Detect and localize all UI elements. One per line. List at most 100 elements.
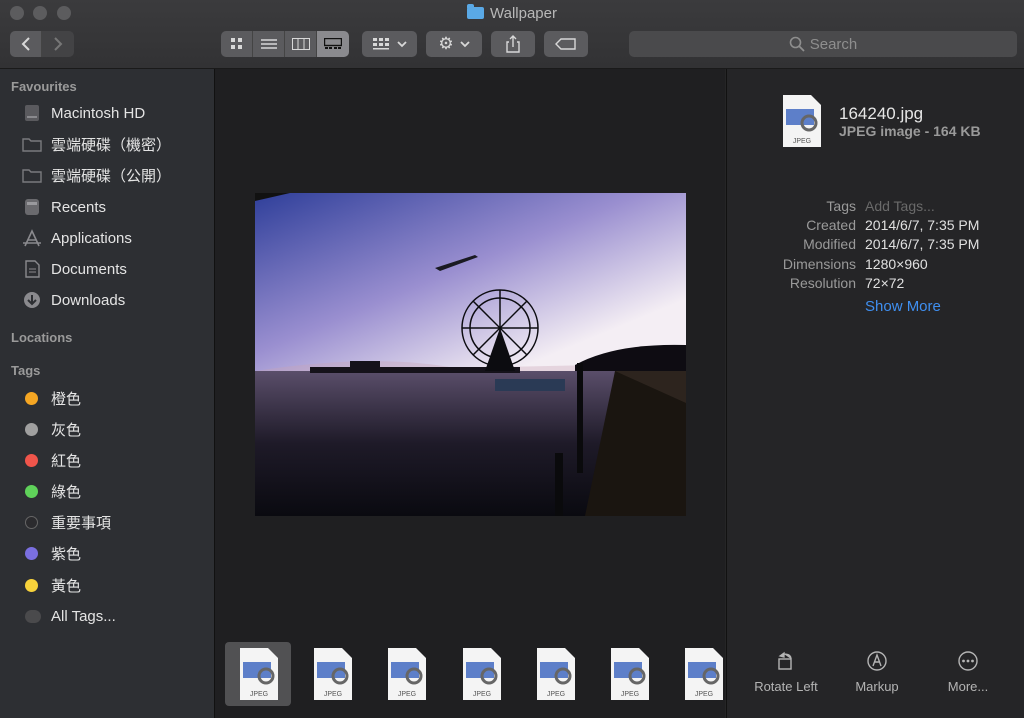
jpeg-file-icon: JPEG <box>463 648 501 700</box>
rotate-left-button[interactable]: Rotate Left <box>741 649 831 694</box>
more-button[interactable]: More... <box>923 649 1013 694</box>
view-mode-segmented-control <box>221 31 349 57</box>
chevron-down-icon <box>459 41 470 48</box>
sidebar-item-label: 綠色 <box>51 483 82 501</box>
svg-text:JPEG: JPEG <box>398 691 416 698</box>
back-button[interactable] <box>10 31 42 57</box>
sidebar-tag-important[interactable]: 重要事項 <box>22 510 111 534</box>
filmstrip-thumb[interactable]: JPEG <box>522 642 588 706</box>
tag-dot-icon <box>25 578 38 592</box>
tag-dot-icon <box>25 391 38 405</box>
sidebar-tag-red[interactable]: 紅色 <box>22 448 81 472</box>
tags-heading[interactable]: Tags <box>11 363 40 378</box>
sidebar-tag-green[interactable]: 綠色 <box>22 479 81 503</box>
sidebar-tag-yellow[interactable]: 黃色 <box>22 573 81 597</box>
sidebar-item-downloads[interactable]: Downloads <box>22 288 125 312</box>
recents-icon <box>22 198 42 216</box>
gallery-view-button[interactable] <box>317 31 349 57</box>
favourites-heading: Favourites <box>11 79 77 94</box>
chevron-right-icon <box>54 37 63 51</box>
action-label: Markup <box>855 679 899 694</box>
meta-value: 72×72 <box>865 275 905 291</box>
sidebar-item-label: Downloads <box>51 291 126 309</box>
filmstrip-thumb[interactable]: JPEG <box>670 642 725 706</box>
meta-value: 2014/6/7, 7:35 PM <box>865 236 980 252</box>
sidebar-tag-orange[interactable]: 橙色 <box>22 386 81 410</box>
markup-icon <box>832 649 922 673</box>
tag-dot-icon <box>25 515 38 529</box>
finder-window: Wallpaper ⚙ Search Favourites Macintosh … <box>0 0 1024 718</box>
hard-drive-icon <box>22 104 42 122</box>
filmstrip-thumb[interactable]: JPEG <box>448 642 514 706</box>
filmstrip-thumb[interactable]: JPEG <box>299 642 365 706</box>
filmstrip-thumb[interactable]: JPEG <box>373 642 439 706</box>
chevron-down-icon <box>396 41 407 48</box>
action-menu-button[interactable]: ⚙ <box>426 31 482 57</box>
svg-text:JPEG: JPEG <box>250 691 268 698</box>
sidebar-item-drive-public[interactable]: 雲端硬碟（公開） <box>22 163 171 187</box>
jpeg-file-icon: JPEG <box>314 648 352 700</box>
nav-buttons <box>10 31 74 57</box>
sidebar-item-label: 重要事項 <box>51 514 112 532</box>
group-by-button[interactable] <box>362 31 417 57</box>
column-view-button[interactable] <box>285 31 317 57</box>
meta-label: Dimensions <box>782 256 856 272</box>
svg-text:JPEG: JPEG <box>473 691 491 698</box>
jpeg-file-icon: JPEG <box>240 648 278 700</box>
sidebar-all-tags[interactable]: All Tags... <box>22 604 116 628</box>
sidebar-item-label: 黃色 <box>51 577 82 595</box>
icon-view-button[interactable] <box>221 31 253 57</box>
sidebar-item-label: All Tags... <box>51 607 116 625</box>
sidebar-item-label: 雲端硬碟（公開） <box>51 167 172 185</box>
share-icon <box>506 35 520 53</box>
svg-text:JPEG: JPEG <box>547 691 565 698</box>
sidebar-item-label: 紫色 <box>51 545 82 563</box>
list-view-button[interactable] <box>253 31 285 57</box>
share-button[interactable] <box>491 31 535 57</box>
meta-value: 1280×960 <box>865 256 928 272</box>
action-label: Rotate Left <box>754 679 818 694</box>
sidebar-item-drive-confidential[interactable]: 雲端硬碟（機密） <box>22 132 171 156</box>
image-preview[interactable] <box>255 193 686 516</box>
meta-row-modified: Modified 2014/6/7, 7:35 PM <box>727 236 1024 255</box>
window-title-text: Wallpaper <box>490 5 557 22</box>
inspector-panel: JPEG 164240.jpg JPEG image - 164 KB Tags… <box>726 69 1024 718</box>
folder-icon <box>22 166 42 184</box>
tag-dot-icon <box>25 422 38 436</box>
columns-icon <box>291 38 310 50</box>
sidebar-item-label: 紅色 <box>51 452 82 470</box>
sidebar-item-applications[interactable]: Applications <box>22 226 132 250</box>
filmstrip-thumb[interactable]: JPEG <box>225 642 291 706</box>
meta-row-tags: Tags Add Tags... <box>727 198 1024 217</box>
gallery-preview: JPEG JPEG JPEG JPEG JPEG JPEG JPEG <box>215 69 725 718</box>
downloads-icon <box>22 291 42 309</box>
jpeg-file-icon: JPEG <box>685 648 723 700</box>
add-tags-field[interactable]: Add Tags... <box>865 198 935 214</box>
sidebar-item-macintosh-hd[interactable]: Macintosh HD <box>22 101 145 125</box>
svg-text:JPEG: JPEG <box>695 691 713 698</box>
meta-row-created: Created 2014/6/7, 7:35 PM <box>727 217 1024 236</box>
documents-icon <box>22 260 42 278</box>
locations-heading[interactable]: Locations <box>11 330 72 345</box>
svg-text:JPEG: JPEG <box>621 691 639 698</box>
meta-label: Resolution <box>789 275 856 291</box>
folder-icon <box>22 135 42 153</box>
svg-text:JPEG: JPEG <box>324 691 342 698</box>
forward-button[interactable] <box>42 31 74 57</box>
markup-button[interactable]: Markup <box>832 649 922 694</box>
sidebar-tag-purple[interactable]: 紫色 <box>22 541 81 565</box>
search-field[interactable]: Search <box>629 31 1017 57</box>
file-kind: JPEG image - 164 KB <box>839 123 981 139</box>
search-icon <box>789 36 805 52</box>
sidebar-tag-gray[interactable]: 灰色 <box>22 417 81 441</box>
filmstrip-thumb[interactable]: JPEG <box>596 642 662 706</box>
edit-tags-button[interactable] <box>544 31 588 57</box>
list-icon <box>260 39 277 49</box>
show-more-link[interactable]: Show More <box>865 298 941 315</box>
window-title: Wallpaper <box>0 4 1024 22</box>
svg-text:JPEG: JPEG <box>793 138 811 145</box>
sidebar-item-documents[interactable]: Documents <box>22 257 127 281</box>
meta-value: 2014/6/7, 7:35 PM <box>865 217 980 233</box>
meta-row-resolution: Resolution 72×72 <box>727 275 1024 294</box>
sidebar-item-recents[interactable]: Recents <box>22 195 106 219</box>
